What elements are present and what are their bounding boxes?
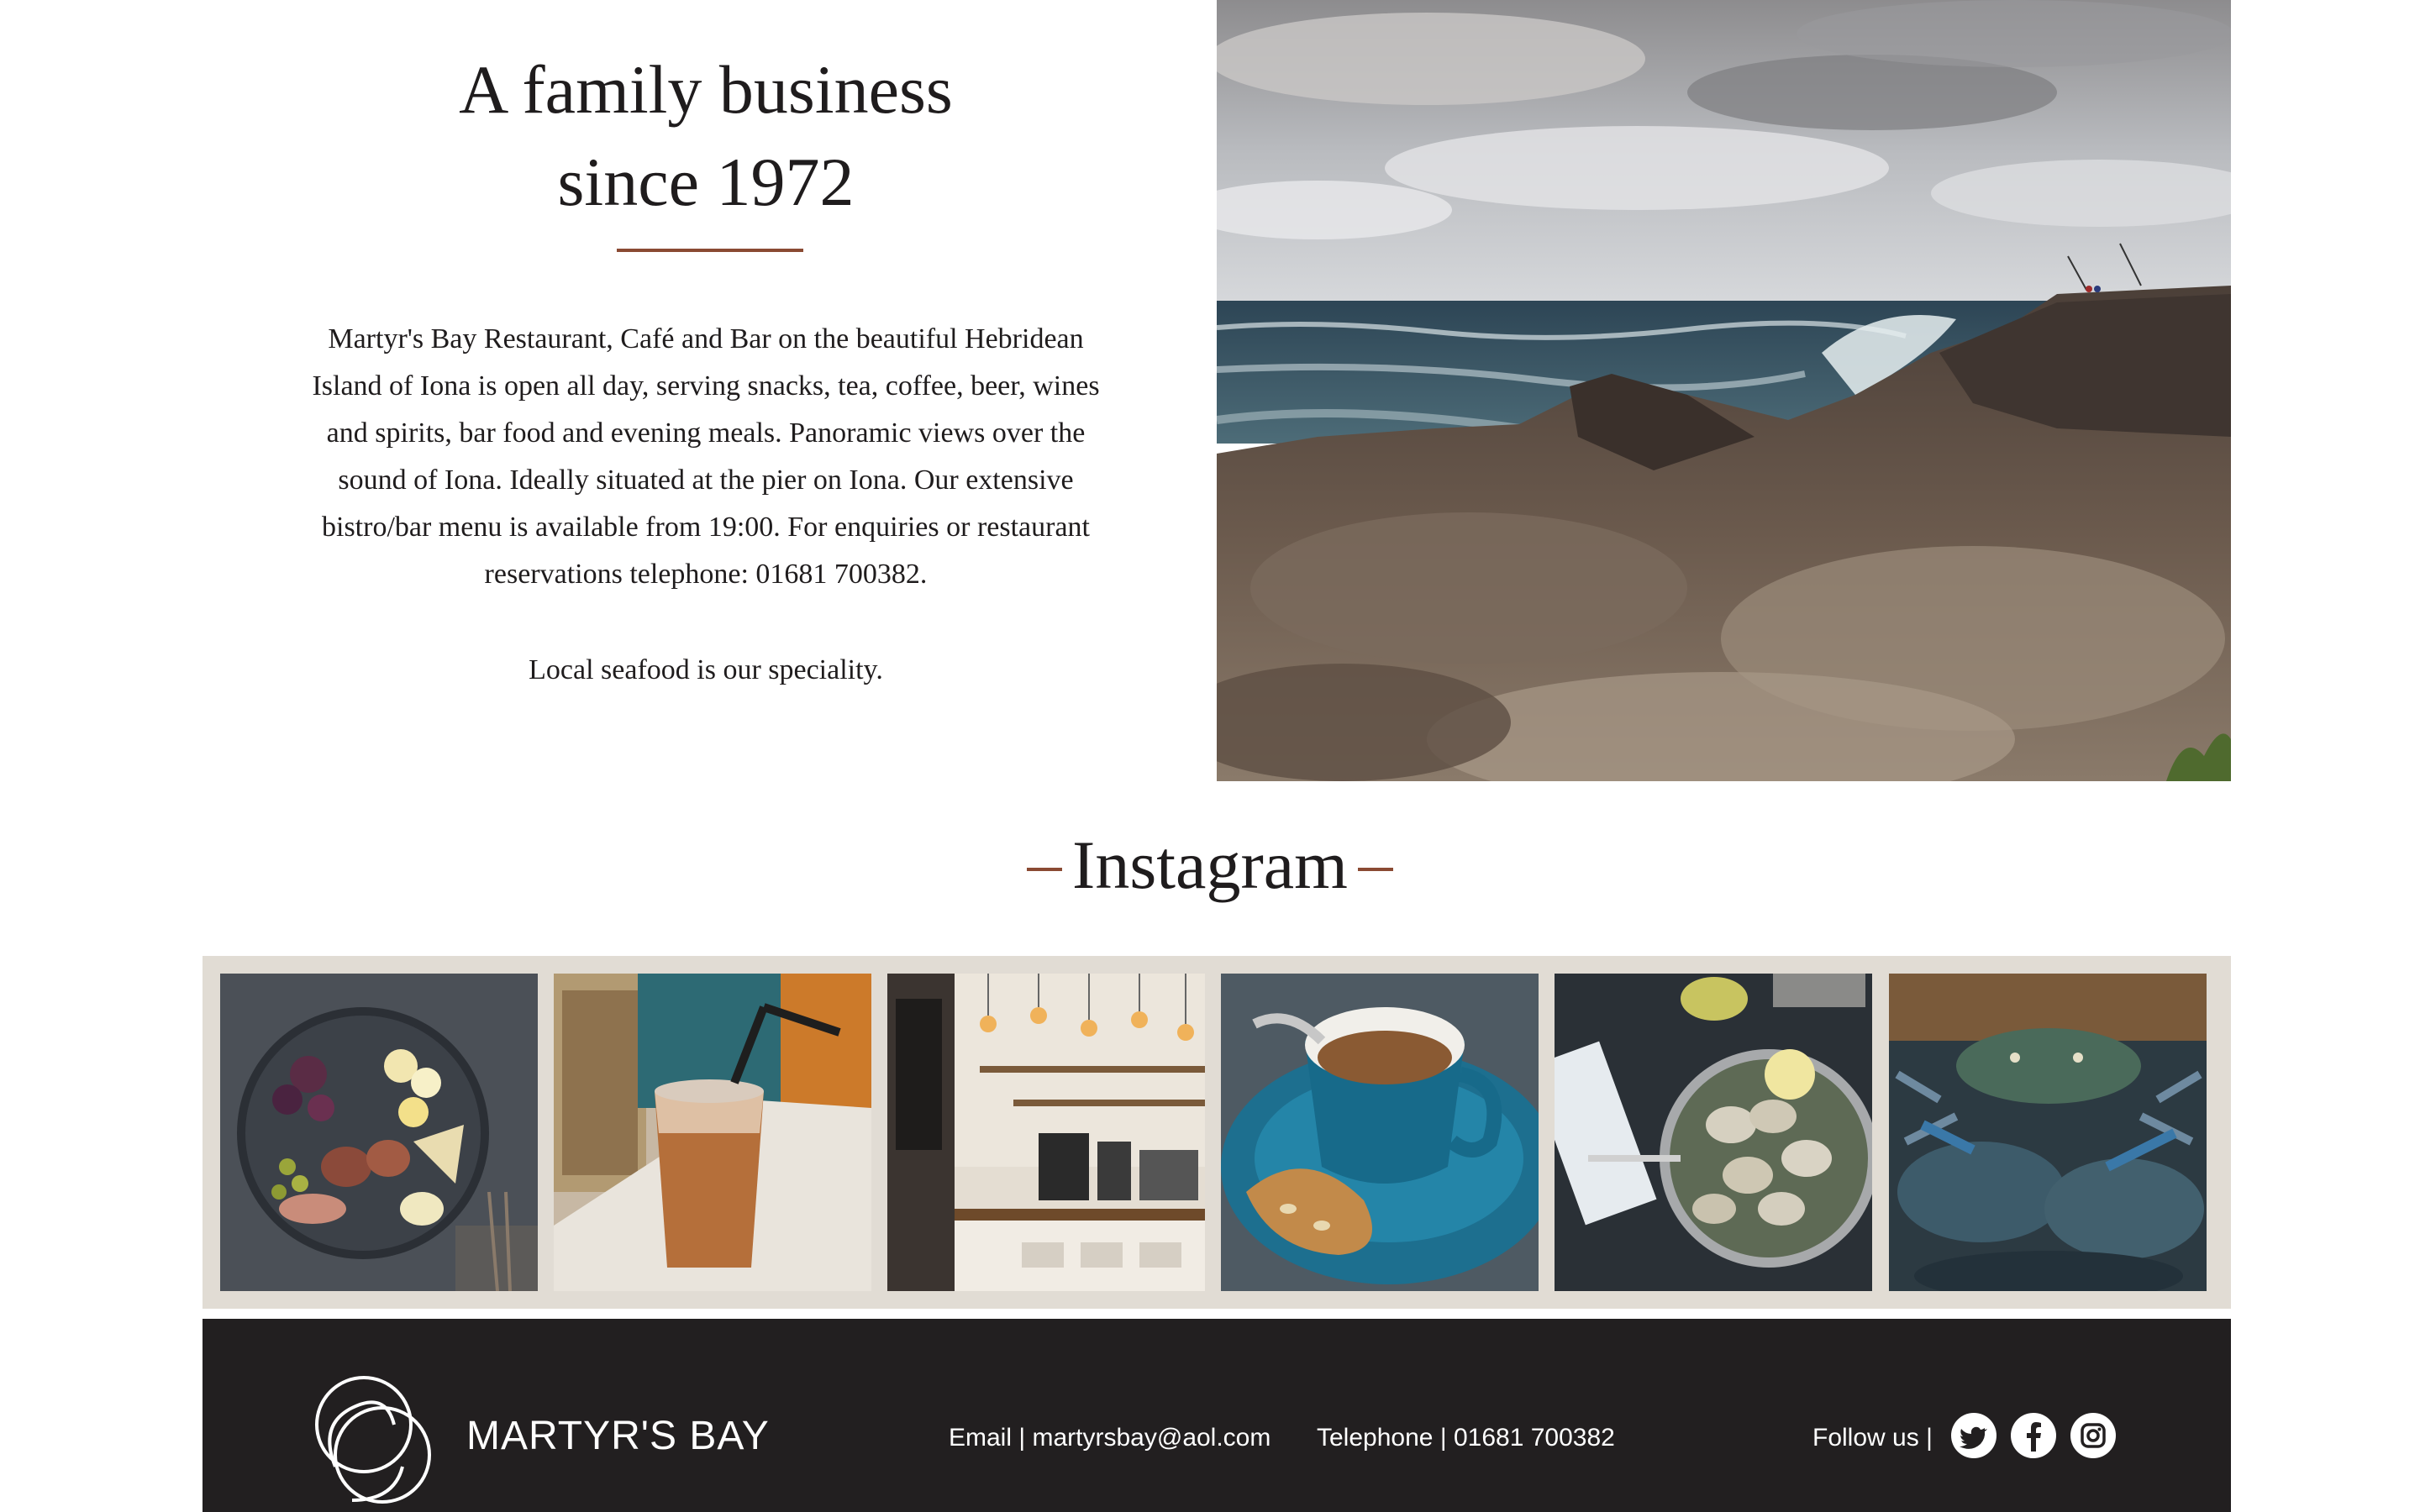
separator: |: [1439, 1424, 1454, 1452]
about-title-line-1: A family business: [459, 51, 953, 128]
telephone-link[interactable]: 01681 700382: [1454, 1424, 1615, 1452]
facebook-icon[interactable]: [2011, 1413, 2056, 1458]
follow-label: Follow us: [1812, 1424, 1919, 1452]
separator: |: [1018, 1424, 1033, 1452]
instagram-post-clams[interactable]: [1555, 974, 1872, 1291]
instagram-heading: Instagram: [975, 819, 1445, 911]
about-line: Island of Iona is open all day, serving …: [312, 370, 1100, 402]
instagram-title: Instagram: [1072, 827, 1348, 903]
title-divider: [617, 249, 803, 252]
instagram-post-crabs[interactable]: [1889, 974, 2207, 1291]
about-line: sound of Iona. Ideally situated at the p…: [338, 465, 1074, 496]
about-line: reservations telephone: 01681 700382.: [484, 559, 928, 590]
email-label: Email: [949, 1424, 1013, 1452]
martyrs-bay-logo[interactable]: [302, 1374, 445, 1512]
follow-us: Follow us |: [1812, 1421, 1933, 1455]
instagram-icon[interactable]: [2070, 1413, 2116, 1458]
instagram-feed: [203, 956, 2231, 1309]
about-line: and spirits, bar food and evening meals.…: [326, 417, 1086, 449]
instagram-post-cafe-counter[interactable]: [887, 974, 1205, 1291]
heading-dash-right: [1358, 868, 1393, 871]
instagram-post-iced-coffee[interactable]: [554, 974, 871, 1291]
site-footer: MARTYR'S BAY Email | martyrsbay@aol.com …: [203, 1319, 2231, 1512]
about-tagline: Local seafood is our speciality.: [529, 654, 883, 685]
about-line: bistro/bar menu is available from 19:00.…: [322, 512, 1090, 543]
about-title-line-2: since 1972: [557, 144, 855, 220]
about-description: Martyr's Bay Restaurant, Café and Bar on…: [302, 316, 1109, 598]
about-title: A family business since 1972: [302, 44, 1109, 228]
coastline-photo: [1217, 0, 2231, 781]
separator: |: [1926, 1424, 1933, 1452]
twitter-icon[interactable]: [1951, 1413, 1996, 1458]
brand-name: MARTYR'S BAY: [466, 1414, 770, 1458]
about-section: A family business since 1972 Martyr's Ba…: [302, 0, 1109, 781]
instagram-post-espresso[interactable]: [1221, 974, 1539, 1291]
telephone-label: Telephone: [1317, 1424, 1434, 1452]
about-line: Martyr's Bay Restaurant, Café and Bar on…: [328, 323, 1084, 354]
footer-email: Email | martyrsbay@aol.com: [949, 1421, 1270, 1455]
footer-telephone: Telephone | 01681 700382: [1317, 1421, 1615, 1455]
email-link[interactable]: martyrsbay@aol.com: [1033, 1424, 1271, 1452]
instagram-post-cheese-platter[interactable]: [220, 974, 538, 1291]
